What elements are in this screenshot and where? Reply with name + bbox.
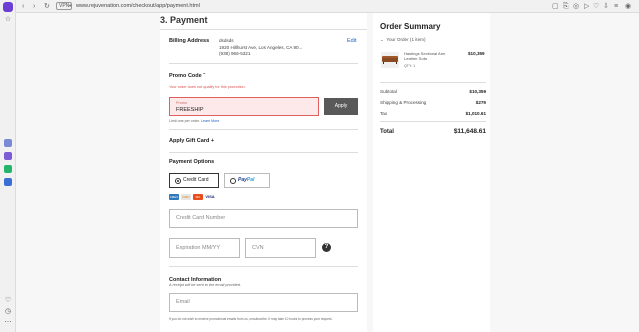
product-thumbnail[interactable]	[381, 52, 399, 68]
product-name[interactable]: Hastings Sectional Arm Leather Sofa	[404, 51, 459, 61]
shipping-label: Shipping & Processing	[380, 100, 427, 105]
credit-card-number-input[interactable]: Credit Card Number	[169, 209, 358, 228]
paypal-radio[interactable]	[230, 177, 236, 184]
payment-options-title: Payment Options	[169, 159, 215, 165]
your-order-label: Your Order (1 item)	[386, 37, 426, 42]
lock-icon: •	[69, 3, 72, 10]
total-label: Total	[380, 129, 394, 135]
credit-card-radio[interactable]	[175, 177, 181, 184]
promo-field-label: Promo	[176, 101, 188, 105]
page-gutter-right	[490, 13, 639, 332]
promo-limit-label: Limit one per order.	[169, 119, 200, 123]
gift-card-label: Apply Gift Card	[169, 138, 210, 144]
credit-card-label: Credit Card	[183, 177, 209, 183]
forward-icon[interactable]: ›	[33, 2, 35, 11]
address-bar[interactable]: www.rejuvenation.com/checkout/app/paymen…	[76, 2, 200, 11]
contact-subtitle: A receipt will be sent to the email prov…	[169, 283, 242, 287]
heart-sidebar-icon[interactable]: ♡	[4, 297, 12, 305]
history-icon[interactable]: ◷	[4, 308, 12, 316]
order-summary-title: Order Summary	[380, 22, 441, 31]
heart-icon[interactable]: ♡	[593, 2, 599, 11]
product-price: $10,359	[468, 51, 485, 56]
share-icon[interactable]: ⎘	[563, 2, 569, 11]
whatsapp-app-icon[interactable]	[4, 165, 12, 173]
paypal-logo-pal: Pal	[246, 177, 255, 183]
page-gutter-middle	[367, 13, 373, 332]
cvn-input[interactable]: CVN	[245, 238, 316, 258]
browser-sidebar: ☆ ♡ ◷ ⋯	[0, 0, 16, 332]
browser-toolbar: ‹ › ↻ VPN • www.rejuvenation.com/checkou…	[0, 0, 639, 13]
promo-divider	[169, 129, 358, 130]
learn-more-link[interactable]: Learn More	[201, 119, 219, 123]
promo-title[interactable]: Promo Code ˆ	[169, 73, 205, 79]
plus-icon: +	[210, 138, 215, 144]
tax-value: $1,010.61	[465, 111, 486, 116]
discover-icon: DISC	[181, 194, 191, 200]
back-icon[interactable]: ‹	[22, 2, 24, 11]
camera-icon[interactable]: ▢	[552, 2, 559, 11]
billing-title: Billing Address	[169, 38, 210, 44]
chevron-down-icon: ⌄	[380, 37, 384, 42]
credit-card-option[interactable]: Credit Card	[169, 173, 219, 188]
page-gutter-left	[16, 13, 160, 332]
gift-card-toggle[interactable]: Apply Gift Card +	[169, 138, 214, 144]
billing-divider	[169, 63, 358, 64]
amex-icon: AMEX	[169, 194, 179, 200]
email-fine-print: If you do not wish to receive promotiona…	[169, 317, 333, 321]
billing-phone: (938) 966-5321	[219, 51, 251, 57]
total-value: $11,648.61	[453, 128, 486, 135]
opera-logo-icon[interactable]	[3, 2, 13, 12]
page-title: 3. Payment	[160, 15, 208, 25]
product-qty: QTY: 1	[404, 64, 416, 68]
mastercard-icon: MC	[193, 194, 203, 200]
download-icon[interactable]: ⇩	[603, 2, 609, 11]
telegram-app-icon[interactable]	[4, 178, 12, 186]
title-divider	[160, 29, 367, 30]
visa-icon: VISA	[205, 194, 215, 200]
promo-code-input[interactable]: Promo FREESHIP	[169, 97, 319, 116]
promo-error-message: Your order does not qualify for this pro…	[169, 85, 246, 89]
menu-icon[interactable]: ≡	[614, 2, 618, 11]
promo-limit-text: Limit one per order. Learn More	[169, 119, 219, 123]
paypal-option[interactable]: PayPal	[224, 173, 270, 188]
expiration-input[interactable]: Expiration MM/YY	[169, 238, 240, 258]
email-input[interactable]: Email	[169, 293, 358, 312]
play-icon[interactable]: ▷	[584, 2, 589, 11]
subtotal-label: Subtotal	[380, 89, 397, 94]
tax-label: Tax	[380, 111, 388, 116]
chevron-up-icon: ˆ	[203, 73, 206, 79]
billing-address: dsdsds 1920 Hillhurst Ave, Los Angeles, …	[219, 38, 302, 58]
more-icon[interactable]: ⋯	[4, 319, 12, 327]
extensions-icon[interactable]: ◎	[573, 2, 579, 11]
your-order-toggle[interactable]: ⌄ Your Order (1 item)	[380, 37, 426, 43]
paypal-logo-pay: Pay	[238, 177, 247, 183]
billing-name: dsdsds	[219, 38, 234, 43]
edit-billing-link[interactable]: Edit	[347, 38, 356, 44]
shipping-value: $279	[475, 100, 486, 105]
summary-divider-1	[380, 82, 486, 83]
cvn-help-icon[interactable]: ?	[322, 243, 331, 252]
gift-divider	[169, 152, 358, 153]
promo-title-label: Promo Code	[169, 73, 202, 79]
reload-icon[interactable]: ↻	[44, 2, 50, 11]
star-icon[interactable]: ☆	[4, 16, 12, 24]
summary-divider-2	[380, 121, 486, 122]
paypal-logo: PayPal	[238, 174, 254, 187]
subtotal-value: $10,359	[469, 89, 486, 94]
messenger-app-icon[interactable]	[4, 152, 12, 160]
card-divider	[169, 266, 358, 267]
promo-field-value: FREESHIP	[176, 107, 204, 113]
billing-street: 1920 Hillhurst Ave, Los Angeles, CA 90..…	[219, 44, 303, 50]
apply-promo-button[interactable]: Apply	[324, 98, 358, 115]
profile-icon[interactable]: ◉	[625, 2, 631, 11]
ai-app-icon[interactable]	[4, 139, 12, 147]
